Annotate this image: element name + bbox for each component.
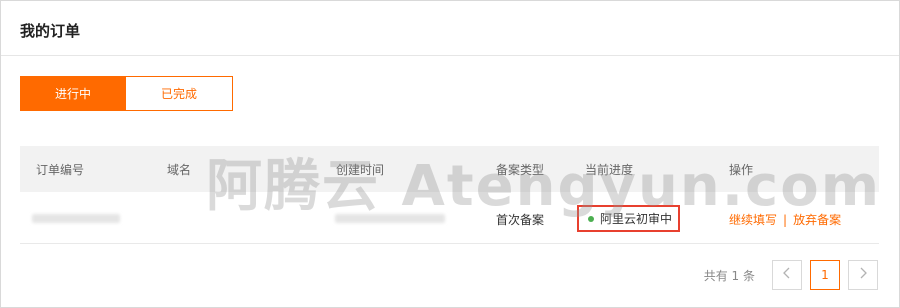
action-separator: | bbox=[783, 212, 788, 227]
tab-in-progress[interactable]: 进行中 bbox=[20, 76, 126, 111]
page-title: 我的订单 bbox=[20, 22, 81, 40]
continue-filling-link[interactable]: 继续填写 bbox=[729, 211, 777, 228]
progress-status: 阿里云初审中 bbox=[600, 212, 673, 226]
chevron-right-icon bbox=[859, 267, 867, 283]
column-domain: 域名 bbox=[167, 163, 192, 177]
abandon-filing-link[interactable]: 放弃备案 bbox=[793, 211, 841, 228]
created-time-redacted bbox=[335, 214, 445, 223]
next-page-button[interactable] bbox=[848, 260, 878, 290]
panel-header: 我的订单 bbox=[1, 1, 899, 56]
filing-type-cell: 首次备案 bbox=[496, 213, 545, 227]
prev-page-button[interactable] bbox=[772, 260, 802, 290]
row-actions: 继续填写 | 放弃备案 bbox=[729, 211, 841, 228]
chevron-left-icon bbox=[783, 267, 791, 283]
orders-panel: 我的订单 进行中 已完成 订单编号 域名 创建时间 备案类型 当前进度 操作 首… bbox=[0, 0, 900, 308]
column-current-progress: 当前进度 bbox=[585, 163, 634, 177]
tab-completed[interactable]: 已完成 bbox=[126, 76, 233, 111]
table-header: 订单编号 域名 创建时间 备案类型 当前进度 操作 bbox=[20, 146, 879, 192]
status-dot-icon bbox=[588, 215, 594, 222]
column-actions: 操作 bbox=[729, 163, 754, 177]
page-number-button[interactable]: 1 bbox=[810, 260, 840, 290]
order-status-tabs: 进行中 已完成 bbox=[20, 76, 233, 111]
column-order-number: 订单编号 bbox=[36, 163, 85, 177]
table-row: 首次备案 阿里云初审中 继续填写 | 放弃备案 bbox=[20, 192, 879, 244]
progress-highlight: 阿里云初审中 bbox=[577, 205, 680, 232]
pagination: 共有 1 条 1 bbox=[704, 260, 878, 290]
order-number-redacted bbox=[32, 214, 120, 223]
column-created-time: 创建时间 bbox=[336, 163, 385, 177]
total-count: 共有 1 条 bbox=[703, 268, 755, 283]
column-filing-type: 备案类型 bbox=[496, 163, 545, 177]
